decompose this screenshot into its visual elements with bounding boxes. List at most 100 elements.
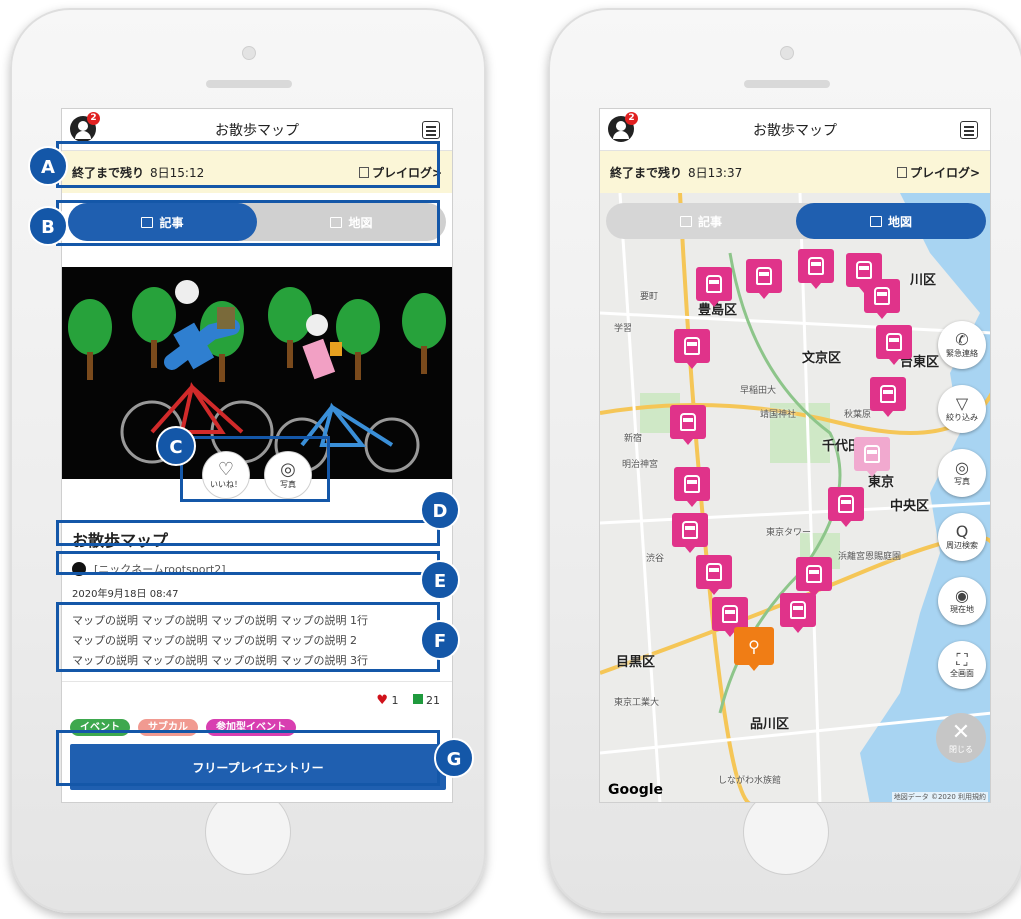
fullscreen-label: 全画面 [950, 669, 974, 678]
current-location-button[interactable]: ◉ 現在地 [938, 577, 986, 625]
menu-icon[interactable] [422, 121, 440, 139]
annotation-box-c [180, 436, 330, 502]
playlog-label: プレイログ> [909, 165, 980, 180]
map-copyright[interactable]: 地図データ ©2020 利用規約 [891, 792, 988, 802]
map-view[interactable]: 記事 地図 川区 豊島区 文京区 早稲田大 靖国神社 秋葉原 千代田 明治神宮 … [600, 193, 990, 802]
location-icon: ◉ [955, 586, 969, 605]
camera-icon: ◎ [955, 458, 969, 477]
like-count: 1 [391, 694, 399, 707]
train-station-pin[interactable] [674, 329, 710, 369]
comment-count: 21 [426, 694, 440, 707]
page-title: お散歩マップ [215, 122, 299, 139]
current-location-label: 現在地 [950, 605, 974, 614]
map-label: 目黒区 [616, 655, 656, 670]
fullscreen-icon: ⛶ [956, 650, 968, 669]
stage: 2 お散歩マップ 終了まで残り 8日15:12 プレイログ> 記事 地図 ♡ い… [0, 0, 1021, 919]
timer-label: 終了まで残り [610, 165, 683, 180]
nearby-search-button[interactable]: Q 周辺検索 [938, 513, 986, 561]
train-station-pin[interactable] [828, 487, 864, 527]
phone-frame-left: 2 お散歩マップ 終了まで残り 8日15:12 プレイログ> 記事 地図 ♡ い… [10, 8, 486, 913]
tab-article[interactable]: 記事 [606, 203, 796, 239]
playlog-link[interactable]: プレイログ> [896, 164, 980, 181]
map-label: 学習 [614, 324, 633, 334]
tab-map[interactable]: 地図 [796, 203, 986, 239]
emergency-contact-label: 緊急連絡 [946, 349, 978, 358]
photo-button[interactable]: ◎ 写真 [938, 449, 986, 497]
train-station-pin[interactable] [796, 557, 832, 597]
map-label: 東京工業大 [614, 698, 660, 708]
speaker-grille [206, 80, 292, 88]
divider [62, 681, 452, 682]
train-station-pin[interactable] [712, 597, 748, 637]
google-logo[interactable]: Google [608, 782, 663, 798]
train-station-pin[interactable] [870, 377, 906, 417]
map-label: 早稲田大 [740, 386, 777, 396]
map-label: 新宿 [624, 434, 643, 444]
comment-stat[interactable]: 21 [412, 694, 440, 707]
map-label: 品川区 [750, 717, 790, 732]
annotation-label-b: B [28, 206, 68, 246]
annotation-label-d: D [420, 490, 460, 530]
fullscreen-button[interactable]: ⛶ 全画面 [938, 641, 986, 689]
train-station-pin[interactable] [670, 405, 706, 445]
train-station-pin[interactable] [696, 555, 732, 595]
map-label: 秋葉原 [844, 410, 872, 420]
train-station-pin[interactable] [780, 593, 816, 633]
heart-icon: ♥ [376, 693, 388, 708]
map-label: 川区 [910, 273, 937, 288]
train-station-pin[interactable] [672, 513, 708, 553]
annotation-box-f [56, 602, 440, 672]
post-date: 2020年9月18日 08:47 [72, 589, 179, 600]
emergency-contact-button[interactable]: ✆ 緊急連絡 [938, 321, 986, 369]
close-icon: ✕ [951, 719, 971, 745]
annotation-label-c: C [156, 426, 196, 466]
train-station-pin[interactable] [674, 467, 710, 507]
close-button[interactable]: ✕ 閉じる [936, 713, 986, 763]
train-station-pin[interactable] [864, 279, 900, 319]
avatar-icon[interactable]: 2 [608, 112, 638, 142]
phone-frame-right: 2 お散歩マップ 終了まで残り 8日13:37 プレイログ> 記事 地図 川区 … [548, 8, 1021, 913]
nearby-search-label: 周辺検索 [946, 541, 978, 550]
like-stat[interactable]: ♥ 1 [376, 693, 398, 708]
train-station-pin[interactable] [746, 259, 782, 299]
annotation-label-f: F [420, 620, 460, 660]
train-station-pin[interactable] [696, 267, 732, 307]
tab-article-label: 記事 [697, 214, 722, 229]
page-title: お散歩マップ [753, 122, 837, 139]
annotation-box-d [56, 520, 440, 546]
timer-bar: 終了まで残り 8日13:37 プレイログ> [600, 151, 990, 193]
map-label: 中央区 [890, 499, 930, 514]
timer-value: 8日13:37 [688, 165, 743, 180]
annotation-box-a [56, 141, 440, 188]
annotation-box-g [56, 730, 440, 786]
train-station-pin-visited[interactable] [854, 437, 890, 477]
view-toggle: 記事 地図 [606, 203, 986, 239]
filter-button[interactable]: ▽ 絞り込み [938, 385, 986, 433]
annotation-label-e: E [420, 560, 460, 600]
stats: ♥ 1 21 [376, 693, 440, 708]
annotation-box-e [56, 551, 440, 575]
playlog-icon [896, 166, 907, 178]
map-icon [869, 215, 882, 227]
map-label: 渋谷 [646, 554, 665, 564]
train-station-pin[interactable] [798, 249, 834, 289]
notification-badge: 2 [87, 112, 100, 125]
annotation-label-g: G [434, 738, 474, 778]
map-label: 文京区 [802, 351, 842, 366]
speaker-grille [744, 80, 830, 88]
close-label: 閉じる [949, 744, 973, 754]
map-label: 要町 [640, 292, 659, 302]
app-header: 2 お散歩マップ [600, 109, 990, 151]
train-station-pin[interactable] [876, 325, 912, 365]
bicycle-start-pin[interactable]: ⚲ [734, 627, 774, 671]
map-label: 靖国神社 [760, 410, 797, 420]
article-icon [679, 215, 692, 227]
avatar-icon[interactable]: 2 [70, 112, 100, 142]
search-icon: Q [955, 522, 969, 541]
comment-icon [412, 694, 423, 704]
filter-icon: ▽ [955, 394, 969, 413]
menu-icon[interactable] [960, 121, 978, 139]
notification-badge: 2 [625, 112, 638, 125]
map-label: 浜離宮恩賜庭園 [838, 552, 902, 562]
annotation-box-b [56, 200, 440, 246]
